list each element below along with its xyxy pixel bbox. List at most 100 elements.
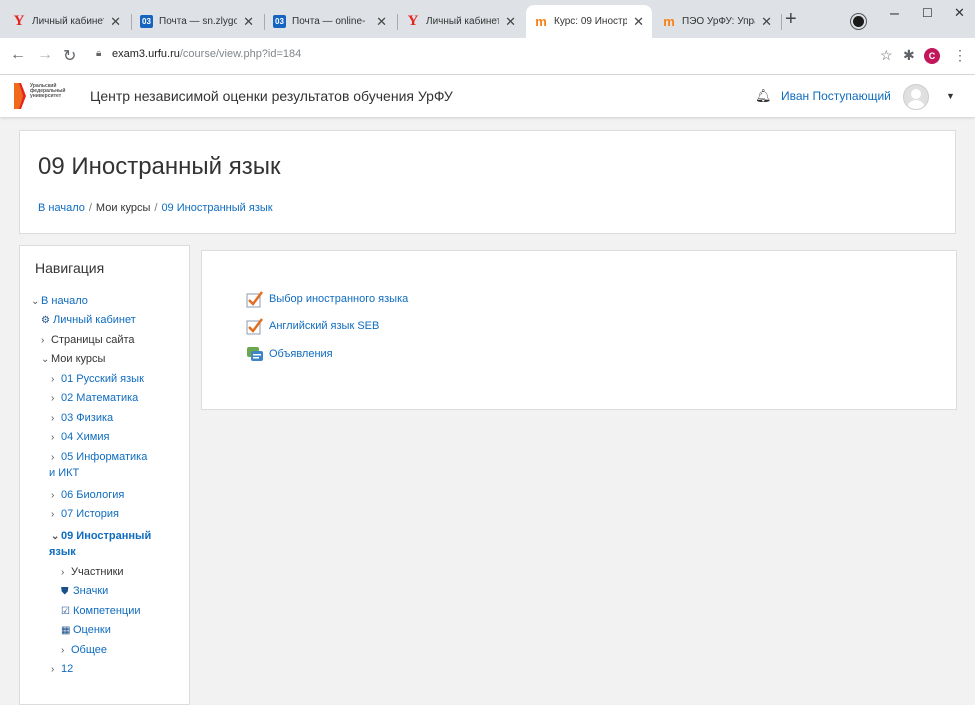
chevron-down-icon: ⌄ [41, 354, 50, 365]
address-bar-row: ← → ↻ 🔒︎ exam3.urfu.ru/course/view.php?i… [0, 38, 975, 75]
mail-icon: 03 [273, 15, 286, 28]
breadcrumb-my-courses[interactable]: Мои курсы [96, 202, 150, 214]
checkbox-icon: ☑ [61, 606, 70, 617]
chevron-right-icon: › [51, 490, 55, 501]
browser-tab[interactable]: 03 Почта — sn.zlygo ✕ [132, 5, 262, 38]
close-icon[interactable]: ✕ [110, 14, 121, 30]
nav-item-course[interactable]: › 06 Биология [51, 487, 124, 504]
chevron-right-icon: › [51, 664, 55, 675]
logo-text: Уральский федеральный университет [30, 83, 66, 99]
url-bar[interactable]: 🔒︎ exam3.urfu.ru/course/view.php?id=184 [90, 42, 870, 68]
browser-tab-active[interactable]: m Курс: 09 Иностра ✕ [526, 5, 652, 38]
window-close-icon[interactable]: ✕ [954, 5, 965, 21]
moodle-icon: m [535, 14, 547, 29]
quiz-check-icon [246, 318, 263, 335]
forward-arrow-icon[interactable]: → [37, 46, 53, 64]
close-icon[interactable]: ✕ [505, 14, 516, 30]
nav-item-course[interactable]: › 02 Математика [51, 390, 138, 407]
tab-label: Личный кабинет [426, 16, 500, 27]
nav-item-section-12[interactable]: › 12 [51, 661, 73, 678]
chevron-right-icon: › [41, 335, 45, 346]
site-name[interactable]: Центр независимой оценки результатов обу… [90, 88, 453, 104]
nav-item-course[interactable]: › 07 История [51, 506, 119, 523]
nav-item-course[interactable]: › 04 Химия [51, 429, 109, 446]
yandex-y-icon: Y [13, 13, 25, 29]
url-text: exam3.urfu.ru/course/view.php?id=184 [112, 48, 302, 60]
nav-item-course[interactable]: › 05 Информатика [51, 449, 147, 466]
bookmark-star-icon[interactable]: ☆ [880, 47, 893, 64]
mail-icon: 03 [140, 15, 153, 28]
nav-item-dashboard[interactable]: ⚙ Личный кабинет [41, 312, 136, 329]
nav-item-grades[interactable]: ▦ Оценки [61, 622, 111, 639]
user-menu-caret-icon[interactable]: ▼ [946, 91, 955, 101]
nav-item-my-courses[interactable]: ⌄ Мои курсы [41, 351, 105, 368]
nav-item-general[interactable]: › Общее [61, 642, 107, 659]
yandex-y-icon: Y [407, 13, 419, 29]
site-header: Уральский федеральный университет Центр … [0, 75, 975, 117]
urfu-logo[interactable]: Уральский федеральный университет [14, 83, 86, 113]
chevron-right-icon: › [51, 393, 55, 404]
nav-item-current-course[interactable]: ⌄ 09 Иностранный [51, 528, 151, 545]
close-icon[interactable]: ✕ [633, 14, 644, 30]
extensions-puzzle-icon[interactable]: ✱ [903, 47, 915, 64]
browser-menu-icon[interactable]: ⋮ [953, 47, 967, 64]
user-avatar[interactable] [903, 84, 929, 110]
breadcrumb-course[interactable]: 09 Иностранный язык [161, 202, 272, 214]
page-header: 09 Иностранный язык В начало / Мои курсы/0… [19, 130, 956, 234]
browser-tab[interactable]: Y Личный кабинет ✕ [398, 5, 524, 38]
reload-icon[interactable]: ↻ [63, 46, 76, 66]
chevron-down-icon: ⌄ [31, 296, 40, 307]
chevron-right-icon: › [51, 432, 55, 443]
chevron-down-icon: ⌄ [51, 531, 60, 542]
activity-label: Выбор иностранного языка [269, 293, 409, 305]
breadcrumb-home[interactable]: В начало [38, 202, 85, 214]
close-icon[interactable]: ✕ [761, 14, 772, 30]
table-icon: ▦ [61, 625, 71, 636]
activity-forum[interactable]: Объявления [246, 345, 333, 363]
shield-icon: ⛊ [61, 586, 69, 597]
moodle-icon: m [663, 14, 675, 29]
close-icon[interactable]: ✕ [376, 14, 387, 30]
breadcrumb: В начало / Мои курсы/09 Иностранный язык [38, 202, 273, 214]
chevron-right-icon: › [51, 413, 55, 424]
browser-profile-avatar[interactable]: C [924, 48, 940, 64]
forum-icon [247, 347, 263, 361]
chevron-right-icon: › [51, 452, 55, 463]
notification-bell-icon[interactable]: 🔔︎ [755, 88, 772, 104]
close-icon[interactable]: ✕ [243, 14, 254, 30]
activity-label: Объявления [269, 348, 333, 360]
nav-item-course[interactable]: › 01 Русский язык [51, 371, 144, 388]
browser-tab-strip: Y Личный кабинет ✕ 03 Почта — sn.zlygo ✕… [0, 0, 975, 38]
dashboard-icon: ⚙ [41, 315, 50, 326]
quiz-check-icon [246, 291, 263, 308]
profile-indicator-icon[interactable] [851, 14, 866, 29]
nav-item-badges[interactable]: ⛊ Значки [61, 583, 108, 600]
tab-separator [781, 14, 782, 30]
tab-label: Почта — sn.zlygo [159, 16, 238, 27]
activity-label: Английский язык SEB [269, 320, 380, 332]
chevron-right-icon: › [61, 645, 65, 656]
nav-item-course[interactable]: › 03 Физика [51, 410, 113, 427]
nav-item-participants[interactable]: › Участники [61, 564, 124, 581]
new-tab-button[interactable]: + [785, 8, 797, 31]
tab-label: Личный кабинет [32, 16, 105, 27]
activity-quiz[interactable]: Английский язык SEB [246, 317, 379, 335]
nav-item-site-pages[interactable]: › Страницы сайта [41, 332, 135, 349]
tab-label: ПЭО УрФУ: Управ [682, 16, 755, 27]
nav-item-course-wrap[interactable]: и ИКТ [49, 465, 79, 481]
course-content: Выбор иностранного языка Английский язык… [201, 250, 957, 410]
browser-tab[interactable]: 03 Почта — online- ✕ [265, 5, 395, 38]
activity-quiz[interactable]: Выбор иностранного языка [246, 290, 408, 308]
user-name[interactable]: Иван Поступающий [781, 89, 891, 103]
page-title: 09 Иностранный язык [38, 153, 281, 180]
chevron-right-icon: › [51, 374, 55, 385]
back-arrow-icon[interactable]: ← [10, 46, 26, 64]
browser-tab[interactable]: Y Личный кабинет ✕ [4, 5, 129, 38]
nav-item-home[interactable]: ⌄ В начало [31, 293, 88, 310]
maximize-icon[interactable]: ☐ [922, 6, 933, 20]
chevron-right-icon: › [61, 567, 65, 578]
nav-item-competencies[interactable]: ☑ Компетенции [61, 603, 141, 620]
browser-tab[interactable]: m ПЭО УрФУ: Управ ✕ [654, 5, 780, 38]
nav-item-current-course-wrap[interactable]: язык [49, 544, 76, 560]
minimize-icon[interactable]: – [890, 5, 899, 23]
